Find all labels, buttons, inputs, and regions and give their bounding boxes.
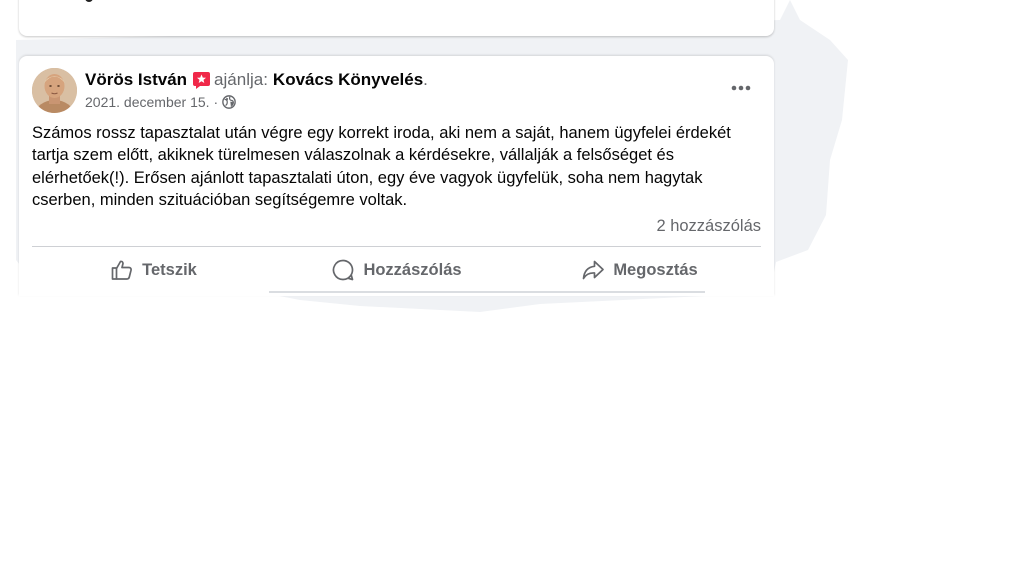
- globe-icon[interactable]: [222, 95, 237, 109]
- post-meta: 2021. december 15. ·: [85, 93, 237, 111]
- date-separator: ·: [213, 94, 219, 110]
- post-body-text: Számos rossz tapasztalat után végre egy …: [32, 124, 731, 209]
- share-arrow-icon: [581, 258, 605, 282]
- comment-bubble-icon: [331, 258, 355, 282]
- post-header: Vörös István ajánlja: Kovács Könyvelés .: [85, 69, 428, 91]
- recommend-icon: [192, 71, 211, 90]
- thumbs-up-icon: [110, 258, 134, 282]
- post-actions-bar: Tetszik Hozzászólás Megosztás: [32, 250, 761, 290]
- comment-label: Hozzászólás: [363, 260, 462, 279]
- previous-post-text-fragment: [75, 0, 95, 4]
- comment-section-edge: [269, 291, 705, 293]
- recommended-page-name[interactable]: Kovács Könyvelés: [273, 70, 423, 90]
- page-name-suffix: .: [423, 70, 428, 89]
- share-label: Megosztás: [613, 260, 698, 279]
- actions-divider: [32, 246, 761, 247]
- recommends-text: ajánlja:: [214, 70, 268, 89]
- more-options-icon: [731, 85, 751, 91]
- like-button[interactable]: Tetszik: [32, 250, 275, 290]
- screen: Vörös István ajánlja: Kovács Könyvelés .…: [0, 0, 1024, 576]
- previous-post-card: [19, 0, 774, 36]
- recommendation-post-card: Vörös István ajánlja: Kovács Könyvelés .…: [19, 56, 774, 296]
- comments-count-link[interactable]: 2 hozzászólás: [656, 217, 761, 236]
- avatar[interactable]: [32, 68, 77, 113]
- like-label: Tetszik: [142, 260, 197, 279]
- author-name[interactable]: Vörös István: [85, 70, 187, 90]
- comment-button[interactable]: Hozzászólás: [275, 250, 518, 290]
- more-options-button[interactable]: [725, 74, 757, 102]
- share-button[interactable]: Megosztás: [518, 250, 761, 290]
- post-date[interactable]: 2021. december 15.: [85, 94, 210, 110]
- avatar-photo: [32, 68, 77, 113]
